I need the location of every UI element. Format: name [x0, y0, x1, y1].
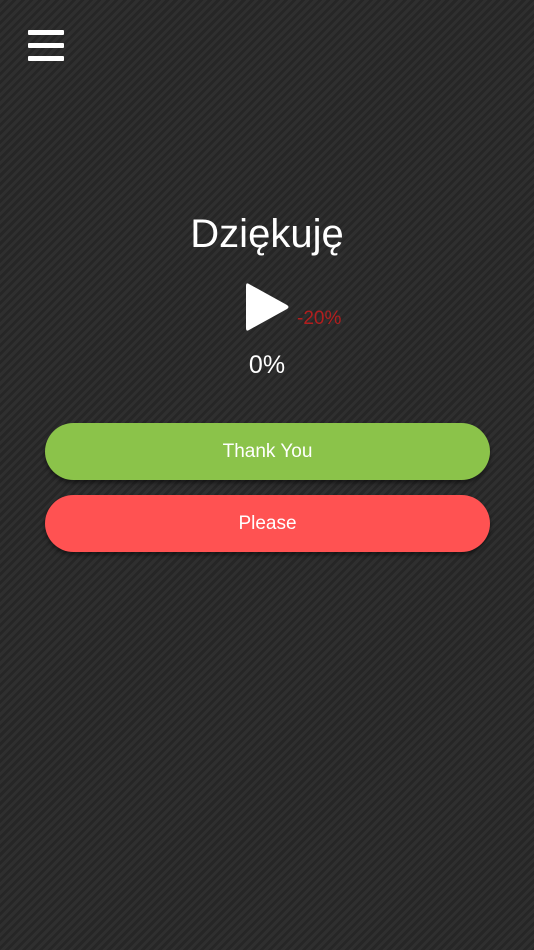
- answer-button-please[interactable]: Please: [45, 495, 490, 552]
- menu-bar-bottom: [28, 56, 64, 61]
- play-triangle: [246, 283, 289, 331]
- word-title: Dziękuję: [190, 212, 344, 256]
- playback-speed-label[interactable]: -20%: [297, 308, 341, 330]
- menu-bar-middle: [28, 43, 64, 48]
- answer-button-thank-you[interactable]: Thank You: [45, 423, 490, 480]
- hamburger-menu-icon[interactable]: [28, 29, 64, 63]
- menu-bar-top: [28, 30, 64, 35]
- progress-percent: 0%: [248, 351, 286, 379]
- play-icon[interactable]: [243, 280, 291, 334]
